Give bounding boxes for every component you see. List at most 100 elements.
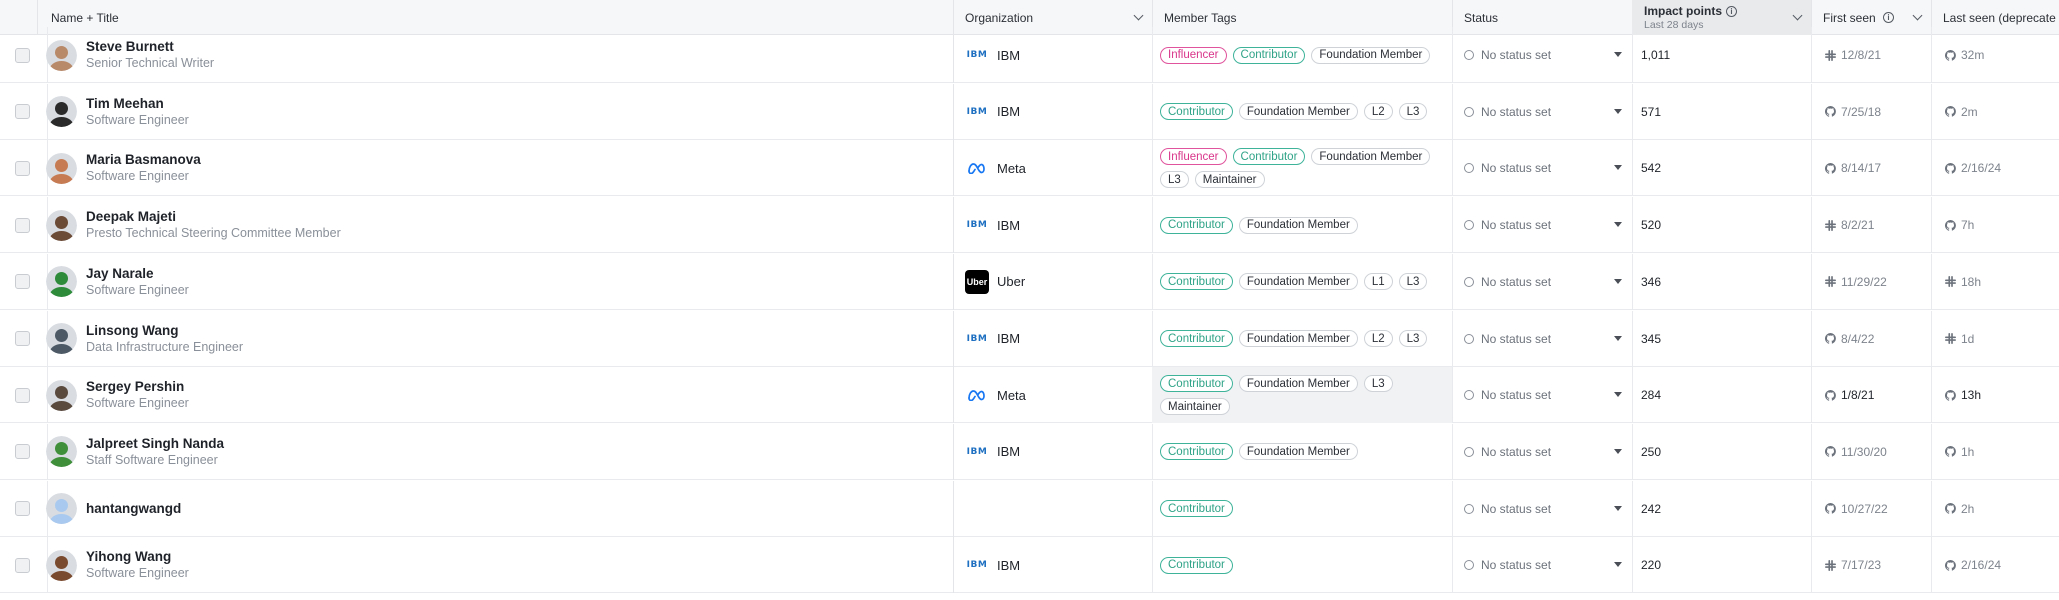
table-row[interactable]: hantangwangd Contributor No status set 242 1… (0, 480, 2059, 537)
status-select[interactable]: No status set (1452, 197, 1633, 254)
caret-down-icon[interactable] (1614, 52, 1622, 57)
member-name[interactable]: Linsong Wang (86, 323, 243, 339)
member-name-cell[interactable]: Jay Narale Software Engineer (38, 253, 954, 310)
last-seen-value: 13h (1961, 388, 1982, 403)
avatar[interactable] (46, 549, 77, 581)
member-name[interactable]: hantangwangd (86, 501, 181, 517)
avatar[interactable] (46, 436, 77, 468)
member-name-cell[interactable]: Sergey Pershin Software Engineer (38, 367, 954, 424)
row-checkbox[interactable] (15, 160, 30, 176)
member-name-cell[interactable]: Maria Basmanova Software Engineer (38, 140, 954, 197)
caret-down-icon[interactable] (1614, 392, 1622, 398)
status-select[interactable]: No status set (1452, 367, 1633, 424)
member-tags-cell[interactable]: Influencer Contributor Foundation Member (1152, 27, 1453, 83)
member-tags-cell[interactable]: Contributor Foundation Member (1152, 197, 1453, 254)
member-name[interactable]: Sergey Pershin (86, 379, 189, 395)
avatar[interactable] (46, 266, 77, 298)
organization-cell[interactable]: Uber Uber (953, 253, 1153, 310)
avatar[interactable] (46, 323, 77, 354)
row-checkbox[interactable] (15, 217, 30, 233)
member-tags-cell[interactable]: Influencer Contributor Foundation Member L3… (1152, 140, 1453, 197)
avatar[interactable] (46, 493, 77, 525)
row-checkbox[interactable] (15, 104, 30, 120)
caret-down-icon[interactable] (1614, 448, 1622, 454)
caret-down-icon[interactable] (1614, 165, 1622, 171)
table-row[interactable]: Jalpreet Singh Nanda Staff Software Engin… (0, 423, 2059, 480)
status-circle-icon (1464, 106, 1474, 117)
member-name[interactable]: Jay Narale (86, 266, 189, 282)
status-select[interactable]: No status set (1452, 537, 1633, 594)
organization-cell[interactable]: Meta (953, 140, 1153, 197)
chevron-down-icon[interactable] (1133, 10, 1144, 21)
member-tags-cell[interactable]: Contributor (1152, 537, 1453, 594)
table-row[interactable]: Steve Burnett Senior Technical Writer IBM I… (0, 27, 2059, 83)
row-checkbox[interactable] (15, 501, 30, 517)
row-checkbox[interactable] (15, 331, 30, 346)
table-row[interactable]: Deepak Majeti Presto Technical Steering C… (0, 197, 2059, 254)
status-select[interactable]: No status set (1452, 83, 1633, 140)
chevron-down-icon[interactable] (1792, 10, 1803, 21)
avatar[interactable] (46, 209, 77, 241)
organization-cell[interactable]: IBM IBM (953, 310, 1153, 367)
member-name[interactable]: Tim Meehan (86, 96, 189, 112)
table-row[interactable]: Sergey Pershin Software Engineer Meta Contr… (0, 367, 2059, 424)
row-checkbox[interactable] (15, 444, 30, 460)
member-name[interactable]: Deepak Majeti (86, 209, 341, 225)
member-name-cell[interactable]: Yihong Wang Software Engineer (38, 537, 954, 594)
caret-down-icon[interactable] (1614, 505, 1622, 511)
status-select[interactable]: No status set (1452, 423, 1633, 480)
row-checkbox[interactable] (15, 274, 30, 290)
table-row[interactable]: Yihong Wang Software Engineer IBM IBM Contri… (0, 537, 2059, 594)
member-tags-cell[interactable]: Contributor Foundation Member L2 L3 (1152, 310, 1453, 367)
member-tags-cell[interactable]: Contributor Foundation Member L2 L3 (1152, 83, 1453, 140)
organization-cell[interactable]: IBM IBM (953, 423, 1153, 480)
member-name-cell[interactable]: hantangwangd (38, 480, 954, 537)
member-name[interactable]: Yihong Wang (86, 549, 189, 565)
table-row[interactable]: Maria Basmanova Software Engineer Meta Infl… (0, 140, 2059, 197)
caret-down-icon[interactable] (1614, 222, 1622, 228)
member-tags-cell[interactable]: Contributor Foundation Member L1 L3 (1152, 253, 1453, 310)
member-name-cell[interactable]: Jalpreet Singh Nanda Staff Software Engin… (38, 423, 954, 480)
row-checkbox[interactable] (15, 557, 30, 573)
member-tags-cell[interactable]: Contributor Foundation Member L3 Maintainer (1152, 367, 1453, 424)
avatar[interactable] (46, 96, 77, 128)
organization-cell[interactable]: IBM IBM (953, 197, 1153, 254)
member-name-cell[interactable]: Deepak Majeti Presto Technical Steering C… (38, 197, 954, 254)
organization-cell[interactable] (953, 480, 1153, 537)
slack-icon (1825, 276, 1836, 288)
member-name-cell[interactable]: Tim Meehan Software Engineer (38, 83, 954, 140)
table-row[interactable]: Tim Meehan Software Engineer IBM IBM Contrib… (0, 83, 2059, 140)
caret-down-icon[interactable] (1614, 562, 1622, 568)
caret-down-icon[interactable] (1614, 335, 1622, 341)
table-row[interactable]: Jay Narale Software Engineer Uber Uber Contr… (0, 253, 2059, 310)
avatar[interactable] (46, 39, 77, 71)
avatar[interactable] (46, 379, 77, 411)
member-name[interactable]: Jalpreet Singh Nanda (86, 436, 224, 452)
organization-cell[interactable]: IBM IBM (953, 83, 1153, 140)
info-icon[interactable]: i (1726, 5, 1738, 17)
member-name[interactable]: Maria Basmanova (86, 152, 201, 168)
status-select[interactable]: No status set (1452, 253, 1633, 310)
member-name-cell[interactable]: Steve Burnett Senior Technical Writer (38, 27, 954, 83)
chevron-down-icon[interactable] (1912, 10, 1923, 21)
table-row[interactable]: Linsong Wang Data Infrastructure Engineer… (0, 310, 2059, 367)
organization-cell[interactable]: Meta (953, 367, 1153, 424)
member-tags-cell[interactable]: Contributor (1152, 480, 1453, 537)
member-name[interactable]: Steve Burnett (86, 39, 214, 55)
row-checkbox[interactable] (15, 387, 30, 403)
info-icon[interactable]: i (1883, 12, 1895, 23)
member-tags-cell[interactable]: Contributor Foundation Member (1152, 423, 1453, 480)
status-select[interactable]: No status set (1452, 27, 1633, 83)
row-checkbox[interactable] (15, 47, 30, 63)
organization-cell[interactable]: IBM IBM (953, 27, 1153, 83)
avatar[interactable] (46, 152, 77, 184)
status-select[interactable]: No status set (1452, 310, 1633, 367)
caret-down-icon[interactable] (1614, 278, 1622, 284)
member-name-block: Jalpreet Singh Nanda Staff Software Engin… (86, 436, 224, 468)
member-name-cell[interactable]: Linsong Wang Data Infrastructure Engineer (38, 310, 954, 367)
member-name-block: Yihong Wang Software Engineer (86, 549, 189, 581)
status-select[interactable]: No status set (1452, 480, 1633, 537)
status-select[interactable]: No status set (1452, 140, 1633, 197)
organization-cell[interactable]: IBM IBM (953, 537, 1153, 594)
caret-down-icon[interactable] (1614, 108, 1622, 114)
